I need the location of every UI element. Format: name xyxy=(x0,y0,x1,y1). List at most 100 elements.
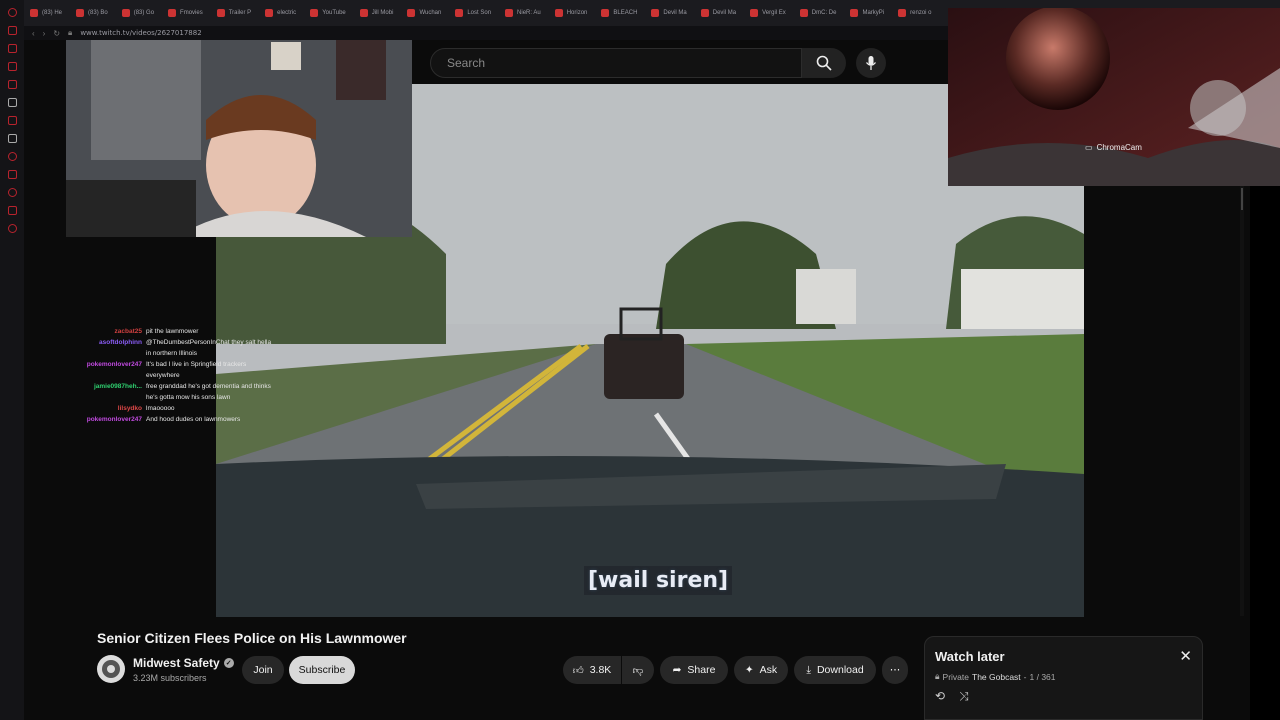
tab-favicon-icon xyxy=(505,9,514,17)
sidebar-app-icon[interactable] xyxy=(7,44,17,53)
share-button[interactable]: ➦ Share xyxy=(660,656,728,684)
dislike-button[interactable]: 👎︎ xyxy=(622,656,654,684)
tab-favicon-icon xyxy=(310,9,319,17)
browser-tab[interactable]: (83) He xyxy=(24,3,68,23)
tab-label: electric xyxy=(277,10,297,16)
tab-favicon-icon xyxy=(898,9,907,17)
share-arrow-icon: ➦ xyxy=(672,664,682,676)
browser-tab[interactable]: Devil Ma xyxy=(695,3,742,23)
search-icon xyxy=(816,55,832,71)
scrollbar-thumb[interactable] xyxy=(1241,188,1243,210)
tab-favicon-icon xyxy=(799,9,808,17)
search-placeholder: Search xyxy=(447,56,486,70)
browser-tab[interactable]: Horizon xyxy=(549,3,594,23)
microphone-icon xyxy=(865,56,877,70)
tab-label: Lost Son xyxy=(467,10,492,16)
browser-tab[interactable]: NieR: Au xyxy=(499,3,547,23)
opera-logo-icon[interactable] xyxy=(7,8,17,17)
chat-username[interactable]: jamie0987heh... xyxy=(66,381,142,403)
sidebar-app-icon[interactable] xyxy=(7,26,17,35)
sidebar-app-icon[interactable] xyxy=(7,152,17,161)
reload-icon[interactable]: ↻ xyxy=(53,29,60,38)
sidebar-app-icon[interactable] xyxy=(7,98,17,107)
lock-icon: 🔒︎ xyxy=(68,28,73,37)
x-icon[interactable] xyxy=(7,134,17,143)
browser-tab[interactable]: YouTube xyxy=(304,3,352,23)
sidebar-app-icon[interactable] xyxy=(7,116,17,125)
download-button[interactable]: ⤓ Download xyxy=(794,656,876,684)
playlist-meta: 🔒︎ Private The Gobcast - 1 / 361 xyxy=(935,671,1056,682)
sidebar-app-icon[interactable] xyxy=(7,80,17,89)
browser-tab[interactable]: Wuchan xyxy=(401,3,447,23)
tab-favicon-icon xyxy=(168,9,177,17)
page-scrollbar[interactable] xyxy=(1240,186,1244,616)
tab-label: BLEACH xyxy=(613,10,638,16)
tab-favicon-icon xyxy=(700,9,709,17)
channel-name[interactable]: Midwest Safety ✓ xyxy=(133,656,234,670)
browser-tab[interactable]: Vergil Ex xyxy=(744,3,792,23)
ask-button[interactable]: ✦ Ask xyxy=(734,656,788,684)
chat-text: pit the lawnmower xyxy=(146,328,199,335)
video-title: Senior Citizen Flees Police on His Lawnm… xyxy=(97,630,407,646)
sidebar-app-icon[interactable] xyxy=(7,62,17,71)
sidebar-app-icon[interactable] xyxy=(7,170,17,179)
chat-username[interactable]: asoftdolphinn xyxy=(66,337,142,359)
browser-tab[interactable]: renzoi o xyxy=(892,3,937,23)
tab-label: Devil Ma xyxy=(712,10,737,16)
join-button[interactable]: Join xyxy=(242,656,284,684)
address-bar[interactable]: ‹ › ↻ 🔒︎ www.twitch.tv/videos/2627017882 xyxy=(24,26,950,40)
chat-username[interactable]: zacbat25 xyxy=(66,326,142,337)
voice-search-button[interactable] xyxy=(856,48,886,78)
browser-tab[interactable]: (83) Go xyxy=(116,3,160,23)
tab-label: Wuchan xyxy=(419,10,442,16)
forward-arrow-icon[interactable]: › xyxy=(43,29,46,38)
search-button[interactable] xyxy=(802,48,846,78)
chat-username[interactable]: lilsydko xyxy=(66,403,142,414)
tab-favicon-icon xyxy=(265,9,274,17)
tab-label: Horizon xyxy=(566,10,588,16)
tab-favicon-icon xyxy=(455,9,464,17)
subscribe-button[interactable]: Subscribe xyxy=(289,656,355,684)
channel-logo-icon xyxy=(102,660,120,678)
browser-tab[interactable]: DmC: De xyxy=(794,3,843,23)
tab-favicon-icon xyxy=(216,9,225,17)
chat-username[interactable]: pokemonlover247 xyxy=(66,359,142,381)
browser-tab[interactable]: Trailer P xyxy=(211,3,257,23)
url-text[interactable]: www.twitch.tv/videos/2627017882 xyxy=(80,29,201,37)
like-button[interactable]: 👍︎ 3.8K xyxy=(563,656,621,684)
browser-tab[interactable]: (83) Bo xyxy=(70,3,114,23)
streamer-webcam xyxy=(66,40,412,237)
tab-favicon-icon xyxy=(76,9,85,17)
loop-icon[interactable]: ⟲ xyxy=(935,689,945,704)
back-arrow-icon[interactable]: ‹ xyxy=(32,29,35,38)
chat-message: pokemonlover247 It's bad I live in Spring… xyxy=(66,359,276,381)
browser-tab[interactable]: Devil Ma xyxy=(645,3,692,23)
browser-tab[interactable]: BLEACH xyxy=(595,3,643,23)
search-input[interactable]: Search xyxy=(430,48,802,78)
tab-favicon-icon xyxy=(601,9,610,17)
more-actions-button[interactable]: ⋯ xyxy=(882,656,908,684)
tab-label: NieR: Au xyxy=(517,10,541,16)
tab-label: Vergil Ex xyxy=(762,10,786,16)
watch-later-title: Watch later xyxy=(935,649,1005,664)
chat-message: pokemonlover247 And hood dudes on lawnmow… xyxy=(66,414,276,425)
more-horizontal-icon: ⋯ xyxy=(889,664,901,676)
close-icon[interactable]: ✕ xyxy=(1179,647,1192,665)
browser-tab[interactable]: Lost Son xyxy=(449,3,497,23)
playlist-owner[interactable]: The Gobcast xyxy=(972,672,1021,682)
download-icon: ⤓ xyxy=(806,663,811,676)
shuffle-icon[interactable]: ⤨ xyxy=(959,689,969,704)
tab-label: renzoi o xyxy=(910,10,932,16)
browser-tab[interactable]: Jill Mobi xyxy=(354,3,400,23)
history-icon[interactable] xyxy=(7,188,17,197)
sidebar-app-icon[interactable] xyxy=(7,206,17,215)
browser-tab[interactable]: electric xyxy=(259,3,302,23)
channel-avatar[interactable] xyxy=(97,655,125,683)
settings-icon[interactable] xyxy=(7,224,17,233)
browser-tab[interactable]: MarkyPi xyxy=(844,3,890,23)
browser-tab[interactable]: Fmovies xyxy=(162,3,209,23)
tab-favicon-icon xyxy=(750,9,759,17)
chat-message: zacbat25 pit the lawnmower xyxy=(66,326,276,337)
tab-label: MarkyPi xyxy=(862,10,885,16)
chat-username[interactable]: pokemonlover247 xyxy=(66,414,142,425)
